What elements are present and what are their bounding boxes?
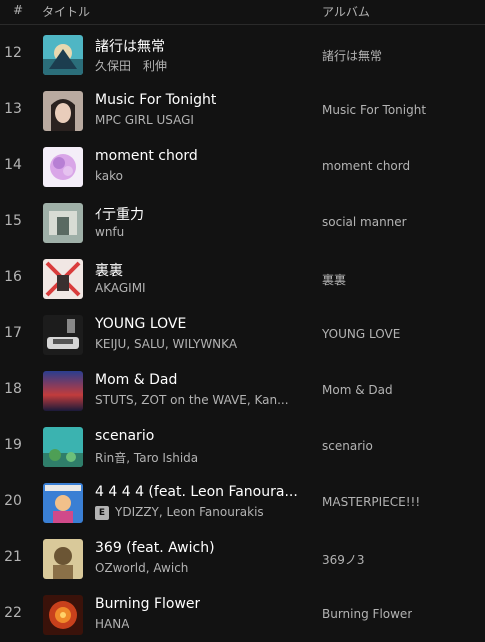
track-row[interactable]: 22 Burning Flower HANA Burning Flower	[0, 586, 485, 642]
track-number: 19	[4, 437, 22, 453]
track-artist[interactable]: 久保田 利伸	[95, 57, 167, 74]
track-album[interactable]: Mom & Dad	[322, 383, 393, 397]
track-row[interactable]: 12 諸行は無常 久保田 利伸 諸行は無常	[0, 26, 485, 82]
track-title[interactable]: Burning Flower	[95, 596, 200, 612]
album-cover[interactable]	[43, 91, 83, 131]
track-album[interactable]: Music For Tonight	[322, 103, 426, 117]
track-number: 21	[4, 549, 22, 565]
track-number: 12	[4, 45, 22, 61]
track-title[interactable]: 369 (feat. Awich)	[95, 540, 215, 556]
track-title[interactable]: 諸行は無常	[95, 36, 165, 56]
track-row[interactable]: 17 YOUNG LOVE KEIJU, SALU, WILYWNKA YOUN…	[0, 306, 485, 362]
track-album[interactable]: social manner	[322, 215, 407, 229]
track-artist[interactable]: HANA	[95, 617, 129, 631]
track-album[interactable]: 裏裏	[322, 271, 346, 288]
album-cover[interactable]	[43, 147, 83, 187]
track-title[interactable]: moment chord	[95, 148, 198, 164]
track-row[interactable]: 14 moment chord kako moment chord	[0, 138, 485, 194]
album-cover[interactable]	[43, 371, 83, 411]
track-title[interactable]: Music For Tonight	[95, 92, 216, 108]
album-cover[interactable]	[43, 427, 83, 467]
track-number: 20	[4, 493, 22, 509]
track-number: 18	[4, 381, 22, 397]
album-cover[interactable]	[43, 595, 83, 635]
track-album[interactable]: moment chord	[322, 159, 410, 173]
track-artist[interactable]: MPC GIRL USAGI	[95, 113, 194, 127]
track-number: 17	[4, 325, 22, 341]
track-row[interactable]: 20 4 4 4 4 (feat. Leon Fanoura... E YDIZ…	[0, 474, 485, 530]
track-title[interactable]: 裏裏	[95, 260, 123, 280]
track-title[interactable]: scenario	[95, 428, 154, 444]
track-album[interactable]: scenario	[322, 439, 373, 453]
track-title[interactable]: ｲ亍重力	[95, 204, 144, 224]
column-header-number: #	[13, 3, 24, 17]
column-header-album[interactable]: アルバム	[322, 3, 370, 20]
tracklist-header: # タイトル アルバム	[0, 0, 485, 25]
track-album[interactable]: YOUNG LOVE	[322, 327, 400, 341]
album-cover[interactable]	[43, 203, 83, 243]
track-album[interactable]: 諸行は無常	[322, 47, 382, 64]
track-row[interactable]: 21 369 (feat. Awich) OZworld, Awich 369ノ…	[0, 530, 485, 586]
album-cover[interactable]	[43, 315, 83, 355]
track-row[interactable]: 13 Music For Tonight MPC GIRL USAGI Musi…	[0, 82, 485, 138]
tracklist: 12 諸行は無常 久保田 利伸 諸行は無常 13 Music For Tonig…	[0, 26, 485, 642]
track-artist[interactable]: Rin音, Taro Ishida	[95, 449, 198, 466]
track-row[interactable]: 18 Mom & Dad STUTS, ZOT on the WAVE, Kan…	[0, 362, 485, 418]
explicit-badge: E	[95, 506, 109, 520]
track-album[interactable]: Burning Flower	[322, 607, 412, 621]
track-row[interactable]: 16 裏裏 AKAGIMI 裏裏	[0, 250, 485, 306]
album-cover[interactable]	[43, 539, 83, 579]
track-artist[interactable]: STUTS, ZOT on the WAVE, Kan...	[95, 393, 289, 407]
album-cover[interactable]	[43, 483, 83, 523]
track-number: 14	[4, 157, 22, 173]
track-title[interactable]: Mom & Dad	[95, 372, 177, 388]
track-artist[interactable]: kako	[95, 169, 123, 183]
track-artist[interactable]: AKAGIMI	[95, 281, 146, 295]
track-artist[interactable]: KEIJU, SALU, WILYWNKA	[95, 337, 237, 351]
track-artist[interactable]: wnfu	[95, 225, 124, 239]
track-number: 15	[4, 213, 22, 229]
track-album[interactable]: MASTERPIECE!!!	[322, 495, 420, 509]
track-title[interactable]: 4 4 4 4 (feat. Leon Fanoura...	[95, 484, 298, 500]
track-artist[interactable]: YDIZZY, Leon Fanourakis	[115, 505, 264, 519]
track-row[interactable]: 15 ｲ亍重力 wnfu social manner	[0, 194, 485, 250]
track-number: 16	[4, 269, 22, 285]
track-number: 13	[4, 101, 22, 117]
track-row[interactable]: 19 scenario Rin音, Taro Ishida scenario	[0, 418, 485, 474]
album-cover[interactable]	[43, 35, 83, 75]
track-title[interactable]: YOUNG LOVE	[95, 316, 186, 332]
column-header-title[interactable]: タイトル	[42, 3, 90, 20]
track-number: 22	[4, 605, 22, 621]
track-album[interactable]: 369ノ3	[322, 551, 365, 568]
track-artist[interactable]: OZworld, Awich	[95, 561, 188, 575]
album-cover[interactable]	[43, 259, 83, 299]
